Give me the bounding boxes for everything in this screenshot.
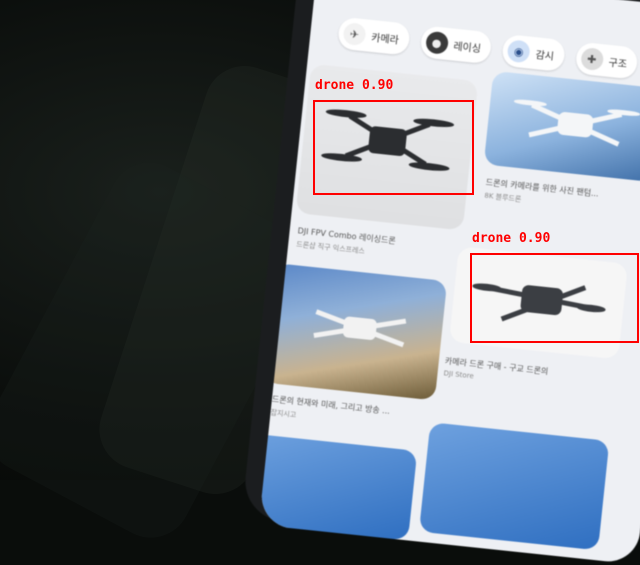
drone-smoke-photo	[297, 292, 423, 364]
chip-surveillance[interactable]: ◉ 감시	[501, 33, 566, 73]
surveillance-icon: ◉	[506, 39, 531, 64]
chip-label: 레이싱	[452, 41, 482, 55]
detection-box	[470, 253, 639, 343]
detection-label: drone 0.90	[315, 78, 394, 93]
product-subtitle: 8K 블루드론	[483, 191, 522, 204]
chip-label: 구조	[607, 57, 628, 71]
chip-label: 감시	[534, 49, 555, 63]
product-subtitle: DJI Store	[443, 369, 475, 381]
drone-icon: ✈	[342, 22, 367, 47]
product-card-white-drone[interactable]	[483, 70, 640, 183]
chip-racing[interactable]: ● 레이싱	[419, 25, 493, 65]
chip-rescue[interactable]: ✚ 구조	[574, 41, 639, 80]
rescue-icon: ✚	[579, 46, 604, 72]
product-card-partial[interactable]	[258, 433, 418, 541]
chip-camera[interactable]: ✈ 카메라	[336, 16, 411, 56]
racing-drone-icon: ●	[424, 30, 449, 55]
product-subtitle: 잡지시고	[270, 408, 297, 420]
product-card-smoke-drone[interactable]	[263, 263, 448, 401]
chip-label: 카메라	[370, 32, 400, 47]
detection-box	[313, 100, 474, 195]
white-drone-sky-photo	[507, 83, 640, 166]
product-card-partial[interactable]	[418, 422, 610, 551]
detection-label: drone 0.90	[472, 231, 551, 246]
